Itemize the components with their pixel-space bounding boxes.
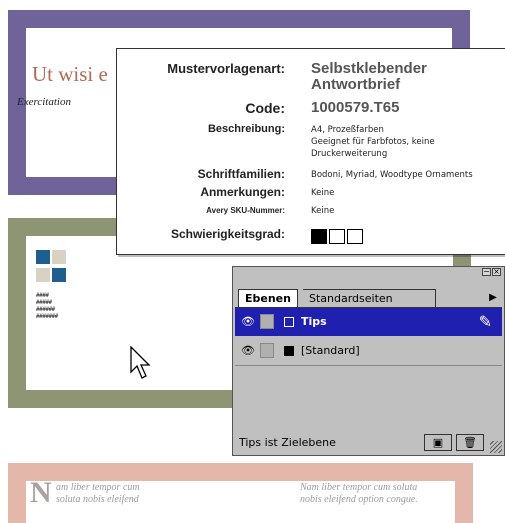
layers-palette[interactable]: − × Ebenen Standardseiten ▶ 👁 Tips ✎ 👁 […: [232, 266, 505, 456]
label-difficulty: Schwierigkeitsgrad:: [170, 227, 285, 241]
template-bar-rows: #### ##### ###### #######: [36, 292, 58, 320]
text-line: am liber tempor cum: [56, 482, 140, 493]
label-font-families: Schriftfamilien:: [197, 167, 285, 181]
text-line: Nam liber tempor cum soluta: [300, 482, 418, 493]
layer-row-tips[interactable]: 👁 Tips ✎: [235, 308, 502, 336]
difficulty-box-empty: [347, 229, 363, 244]
mouse-cursor-icon: [130, 346, 151, 379]
text-line: soluta nobis eleifend: [56, 494, 139, 505]
description-line: A4, Prozeßfarben: [311, 125, 384, 135]
swatch-beige-1: [52, 250, 66, 264]
layer-color-icon: [284, 346, 294, 356]
template-info-tooltip: Mustervorlagenart: Selbstklebender Antwo…: [116, 48, 505, 255]
tab-layers[interactable]: Ebenen: [238, 289, 298, 308]
label-code: Code:: [245, 100, 285, 116]
layer-name: Tips: [301, 315, 327, 328]
tab-master-pages[interactable]: Standardseiten: [303, 289, 436, 308]
bar-row: ####: [36, 292, 49, 299]
swatch-blue-2: [52, 268, 66, 282]
label-template-type: Mustervorlagenart:: [167, 61, 285, 76]
target-layer-status: Tips ist Zielebene: [239, 436, 336, 449]
value-notes: Keine: [311, 188, 335, 198]
description-line: Geeignet für Farbfotos, keine: [311, 137, 435, 147]
pen-icon: ✎: [478, 312, 492, 331]
bar-row: ######: [36, 306, 55, 313]
minimize-icon[interactable]: −: [482, 268, 491, 276]
value-font-families: Bodoni, Myriad, Woodtype Ornaments: [311, 170, 473, 180]
swatch-blue-1: [36, 250, 50, 264]
difficulty-box-empty: [329, 229, 345, 244]
layer-color-icon: [284, 317, 294, 327]
difficulty-box-filled: [311, 229, 327, 244]
layer-name: [Standard]: [301, 344, 360, 357]
value-avery-sku: Keine: [311, 206, 335, 216]
template-title: Ut wisi e: [32, 62, 108, 86]
resize-grip-icon[interactable]: [490, 441, 502, 453]
close-icon[interactable]: ×: [492, 268, 501, 276]
layer-row-standard[interactable]: 👁 [Standard]: [235, 337, 502, 366]
value-code: 1000579.T65: [311, 99, 400, 116]
template-text-right: Nam liber tempor cum soluta nobis eleife…: [300, 482, 418, 506]
template-subtitle: Exercitation: [17, 96, 71, 108]
swatch-beige-2: [36, 268, 50, 282]
description-line: Druckerweiterung: [311, 149, 388, 159]
new-layer-icon[interactable]: ▣: [424, 434, 452, 451]
eye-icon[interactable]: 👁: [240, 344, 256, 358]
value-description: A4, Prozeßfarben Geeignet für Farbfotos,…: [311, 124, 435, 160]
label-notes: Anmerkungen:: [200, 185, 285, 199]
bar-row: #####: [36, 299, 52, 306]
label-avery-sku: Avery SKU-Nummer:: [206, 206, 285, 215]
eye-icon[interactable]: 👁: [240, 315, 256, 329]
trash-icon[interactable]: 🗑: [456, 434, 484, 451]
lock-icon[interactable]: [260, 314, 274, 329]
template-dropcap: N: [30, 476, 52, 509]
template-text-left: am liber tempor cum soluta nobis eleifen…: [56, 482, 140, 506]
palette-titlebar[interactable]: [233, 267, 504, 277]
label-description: Beschreibung:: [207, 123, 285, 135]
palette-menu-arrow-icon[interactable]: ▶: [486, 289, 500, 306]
text-line: nobis eleifend option congue.: [300, 494, 418, 505]
lock-icon[interactable]: [260, 343, 274, 358]
value-template-type: Selbstklebender Antwortbrief: [311, 60, 427, 93]
bar-row: #######: [36, 313, 58, 320]
layer-list: 👁 Tips ✎ 👁 [Standard]: [235, 307, 502, 426]
